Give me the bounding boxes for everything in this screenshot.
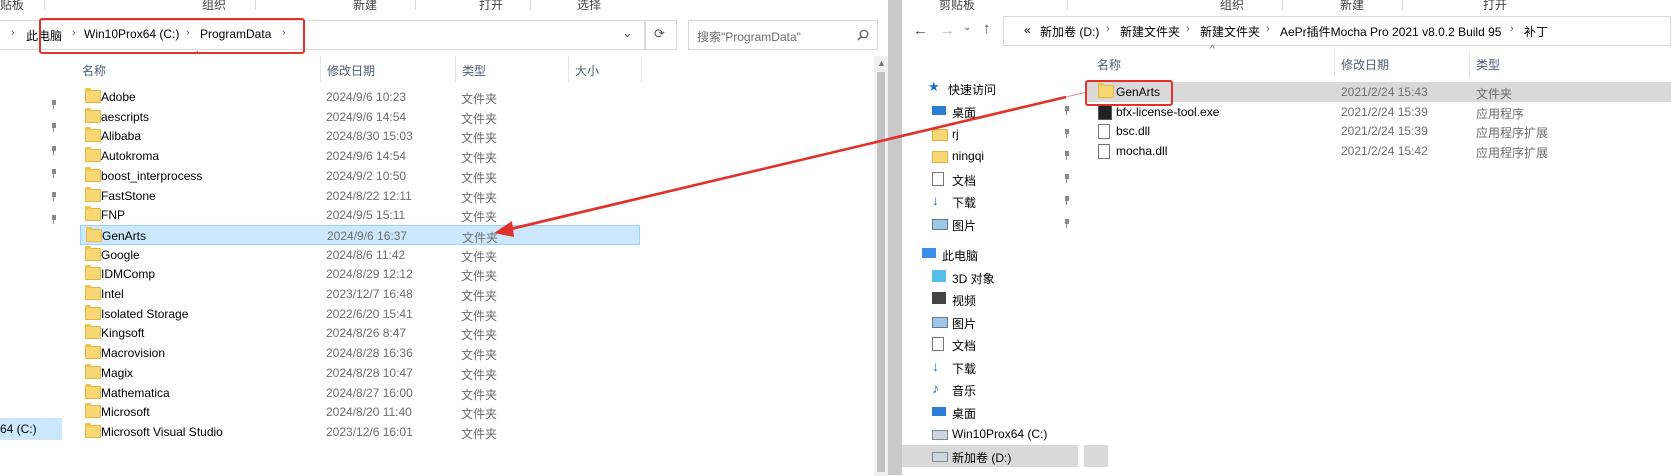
annotation-arrow	[494, 91, 1088, 237]
